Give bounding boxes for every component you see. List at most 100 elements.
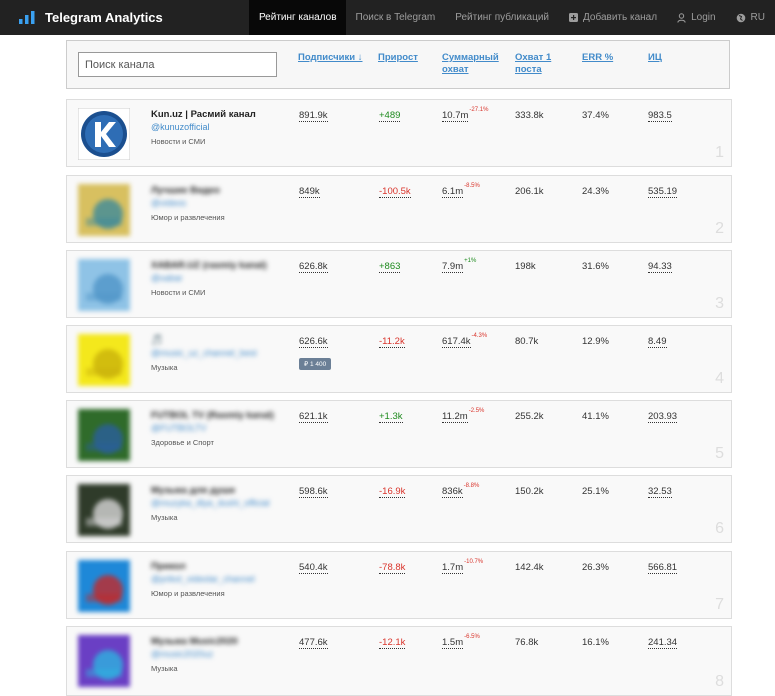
nav-label: Добавить канал <box>583 12 658 23</box>
total-reach-value: 1.7m <box>442 562 464 575</box>
ic-value: 535.19 <box>648 186 678 198</box>
reach-delta: -2.5% <box>468 408 485 414</box>
channel-category: Юмор и развлечения <box>151 213 225 222</box>
app-title: Telegram Analytics <box>45 10 163 25</box>
channel-row[interactable]: Музыка для души @muzyka_dlya_dushi_offici… <box>66 475 732 543</box>
err-value: 25.1% <box>582 486 609 497</box>
growth-value: -78.8k <box>379 562 406 574</box>
channel-avatar[interactable] <box>78 184 130 236</box>
nav-post-rating[interactable]: Рейтинг публикаций <box>445 0 559 35</box>
total-reach-cell: 7.9m+1% <box>442 258 476 274</box>
bar-chart-logo-icon <box>19 11 35 24</box>
channel-avatar[interactable] <box>78 259 130 311</box>
channel-username[interactable]: @muzyka_dlya_dushi_official <box>151 498 270 508</box>
err-value: 24.3% <box>582 186 609 197</box>
subscribers-value: 891.9k <box>299 110 328 122</box>
channel-name[interactable]: 🎵 <box>151 335 163 346</box>
subscribers-value: 626.8k <box>299 261 328 273</box>
col-err-sort[interactable]: ERR % <box>582 52 613 64</box>
col-ic-sort[interactable]: ИЦ <box>648 52 662 64</box>
growth-value: +863 <box>379 261 401 273</box>
channel-avatar[interactable] <box>78 108 130 160</box>
nav-telegram-search[interactable]: Поиск в Telegram <box>346 0 446 35</box>
subscribers-value: 626.6k <box>299 336 328 348</box>
channel-username[interactable]: @FUTBOLTV <box>151 423 206 433</box>
col-total-reach-sort[interactable]: Суммарный охват <box>442 52 504 76</box>
reach-delta: -10.7% <box>464 559 484 565</box>
growth-value: -16.9k <box>379 486 406 498</box>
total-reach-value: 836k <box>442 486 463 499</box>
channel-username[interactable]: @prikol_videolar_channel <box>151 574 255 584</box>
post-reach-value: 333.8k <box>515 110 544 121</box>
nav-login[interactable]: Login <box>667 0 725 35</box>
total-reach-value: 6.1m <box>442 186 464 199</box>
channel-avatar[interactable] <box>78 560 130 612</box>
channel-category: Новости и СМИ <box>151 137 206 146</box>
channel-avatar[interactable] <box>78 409 130 461</box>
nav-add-channel[interactable]: Добавить канал <box>559 0 667 35</box>
ic-value: 566.81 <box>648 562 678 574</box>
nav-label: Поиск в Telegram <box>355 12 436 23</box>
channel-username[interactable]: @videos <box>151 198 186 208</box>
col-growth-sort[interactable]: Прирост <box>378 52 418 64</box>
rank-number: 3 <box>715 295 724 312</box>
rank-number: 1 <box>715 144 724 161</box>
channel-avatar[interactable] <box>78 334 130 386</box>
channel-row[interactable]: Kun.uz | Расмий канал @kunuzofficial Новос… <box>66 99 732 167</box>
channel-row[interactable]: Лучшие Видео @videos Юмор и развлечения 849… <box>66 175 732 243</box>
ic-value: 94.33 <box>648 261 672 273</box>
rank-number: 4 <box>715 370 724 387</box>
post-reach-value: 80.7k <box>515 336 539 347</box>
nav-language[interactable]: RU <box>726 0 775 35</box>
err-value: 16.1% <box>582 637 609 648</box>
growth-value: +1.3k <box>379 411 403 423</box>
nav-label: Login <box>691 12 716 23</box>
growth-value: -11.2k <box>379 336 405 348</box>
channel-name[interactable]: Музыка Music2020 <box>151 636 238 647</box>
subscribers-value: 849k <box>299 186 320 198</box>
ic-value: 203.93 <box>648 411 678 423</box>
channel-name[interactable]: FUTBOL TV (Rasmiy kanal) <box>151 410 274 421</box>
ic-value: 241.34 <box>648 637 678 649</box>
channel-row[interactable]: Музыка Music2020 @music2020uz Музыка 477.6k… <box>66 626 732 696</box>
channel-category: Музыка <box>151 513 178 522</box>
channel-username[interactable]: @kunuzofficial <box>151 122 210 132</box>
channel-avatar[interactable] <box>78 635 130 687</box>
rank-number: 7 <box>715 596 724 613</box>
nav-label: Рейтинг публикаций <box>455 12 550 23</box>
channel-row[interactable]: XABAR.UZ (rasmiy kanal) @xabar Новости и С… <box>66 250 732 318</box>
total-reach-value: 10.7m <box>442 110 469 123</box>
channel-name[interactable]: Kun.uz | Расмий канал <box>151 109 256 120</box>
channel-search-input[interactable] <box>78 52 277 77</box>
col-subscribers-sort[interactable]: Подписчики ↓ <box>298 52 363 64</box>
user-icon <box>677 12 686 23</box>
channel-row[interactable]: FUTBOL TV (Rasmiy kanal) @FUTBOLTV Здоровь… <box>66 400 732 468</box>
channel-row[interactable]: Прикол @prikol_videolar_channel Юмор и раз… <box>66 551 732 619</box>
channel-username[interactable]: @xabar <box>151 273 183 283</box>
rank-number: 2 <box>715 220 724 237</box>
channel-username[interactable]: @music_uz_channel_best <box>151 348 257 358</box>
rank-number: 6 <box>715 520 724 537</box>
channel-name[interactable]: Музыка для души <box>151 485 235 496</box>
nav-channel-rating[interactable]: Рейтинг каналов <box>248 0 346 35</box>
col-post-reach-sort[interactable]: Охват 1 поста <box>515 52 557 76</box>
channel-row[interactable]: 🎵 @music_uz_channel_best Музыка 626.6k -11.2… <box>66 325 732 393</box>
channel-name[interactable]: Прикол <box>151 561 186 572</box>
ic-value: 32.53 <box>648 486 672 498</box>
channel-name[interactable]: XABAR.UZ (rasmiy kanal) <box>151 260 267 271</box>
ad-price-badge[interactable]: ₽ 1 400 <box>299 358 332 370</box>
subscribers-value: 621.1k <box>299 411 328 423</box>
channel-username[interactable]: @music2020uz <box>151 649 213 659</box>
rank-number: 5 <box>715 445 724 462</box>
err-value: 41.1% <box>582 411 609 422</box>
reach-delta: -4.3% <box>471 333 488 339</box>
brand[interactable]: Telegram Analytics <box>0 0 249 35</box>
channel-category: Здоровье и Спорт <box>151 438 214 447</box>
reach-delta: -8.5% <box>464 183 480 189</box>
channel-name[interactable]: Лучшие Видео <box>151 185 220 196</box>
err-value: 37.4% <box>582 110 609 121</box>
growth-value: -12.1k <box>379 637 406 649</box>
channel-avatar[interactable] <box>78 484 130 536</box>
total-reach-cell: 11.2m-2.5% <box>442 408 485 424</box>
channel-category: Юмор и развлечения <box>151 589 225 598</box>
